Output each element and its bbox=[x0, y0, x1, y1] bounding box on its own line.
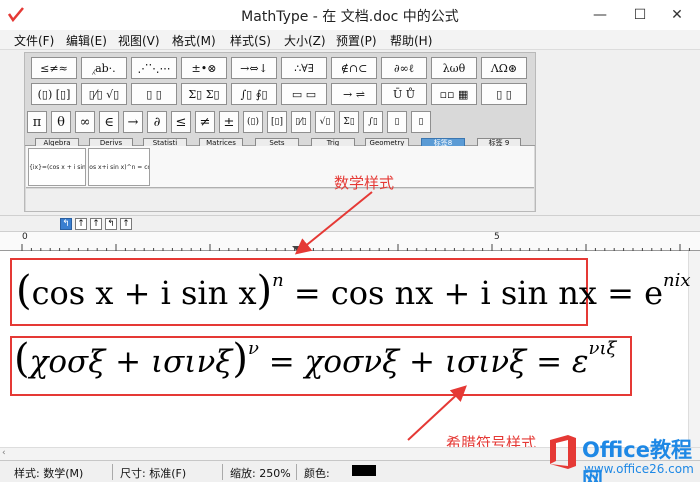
status-color-label: 颜色: bbox=[304, 467, 330, 480]
status-style: 样式: 数学(M) bbox=[14, 467, 84, 480]
status-color-swatch bbox=[352, 465, 376, 476]
watermark-url: www.office26.com bbox=[584, 462, 694, 476]
status-size: 尺寸: 标准(F) bbox=[120, 467, 187, 480]
status-zoom: 缩放: 250% bbox=[230, 467, 291, 480]
office-logo-icon bbox=[550, 435, 576, 469]
arrow-to-greek-style bbox=[407, 385, 467, 441]
status-divider bbox=[112, 464, 113, 480]
watermark: Office教程网 www.office26.com bbox=[546, 432, 696, 482]
arrow-to-math-style bbox=[294, 191, 373, 255]
status-divider bbox=[296, 464, 297, 480]
annotation-arrows bbox=[294, 191, 467, 441]
scroll-left-arrow-icon[interactable]: ‹ bbox=[2, 448, 6, 458]
status-divider bbox=[222, 464, 223, 480]
